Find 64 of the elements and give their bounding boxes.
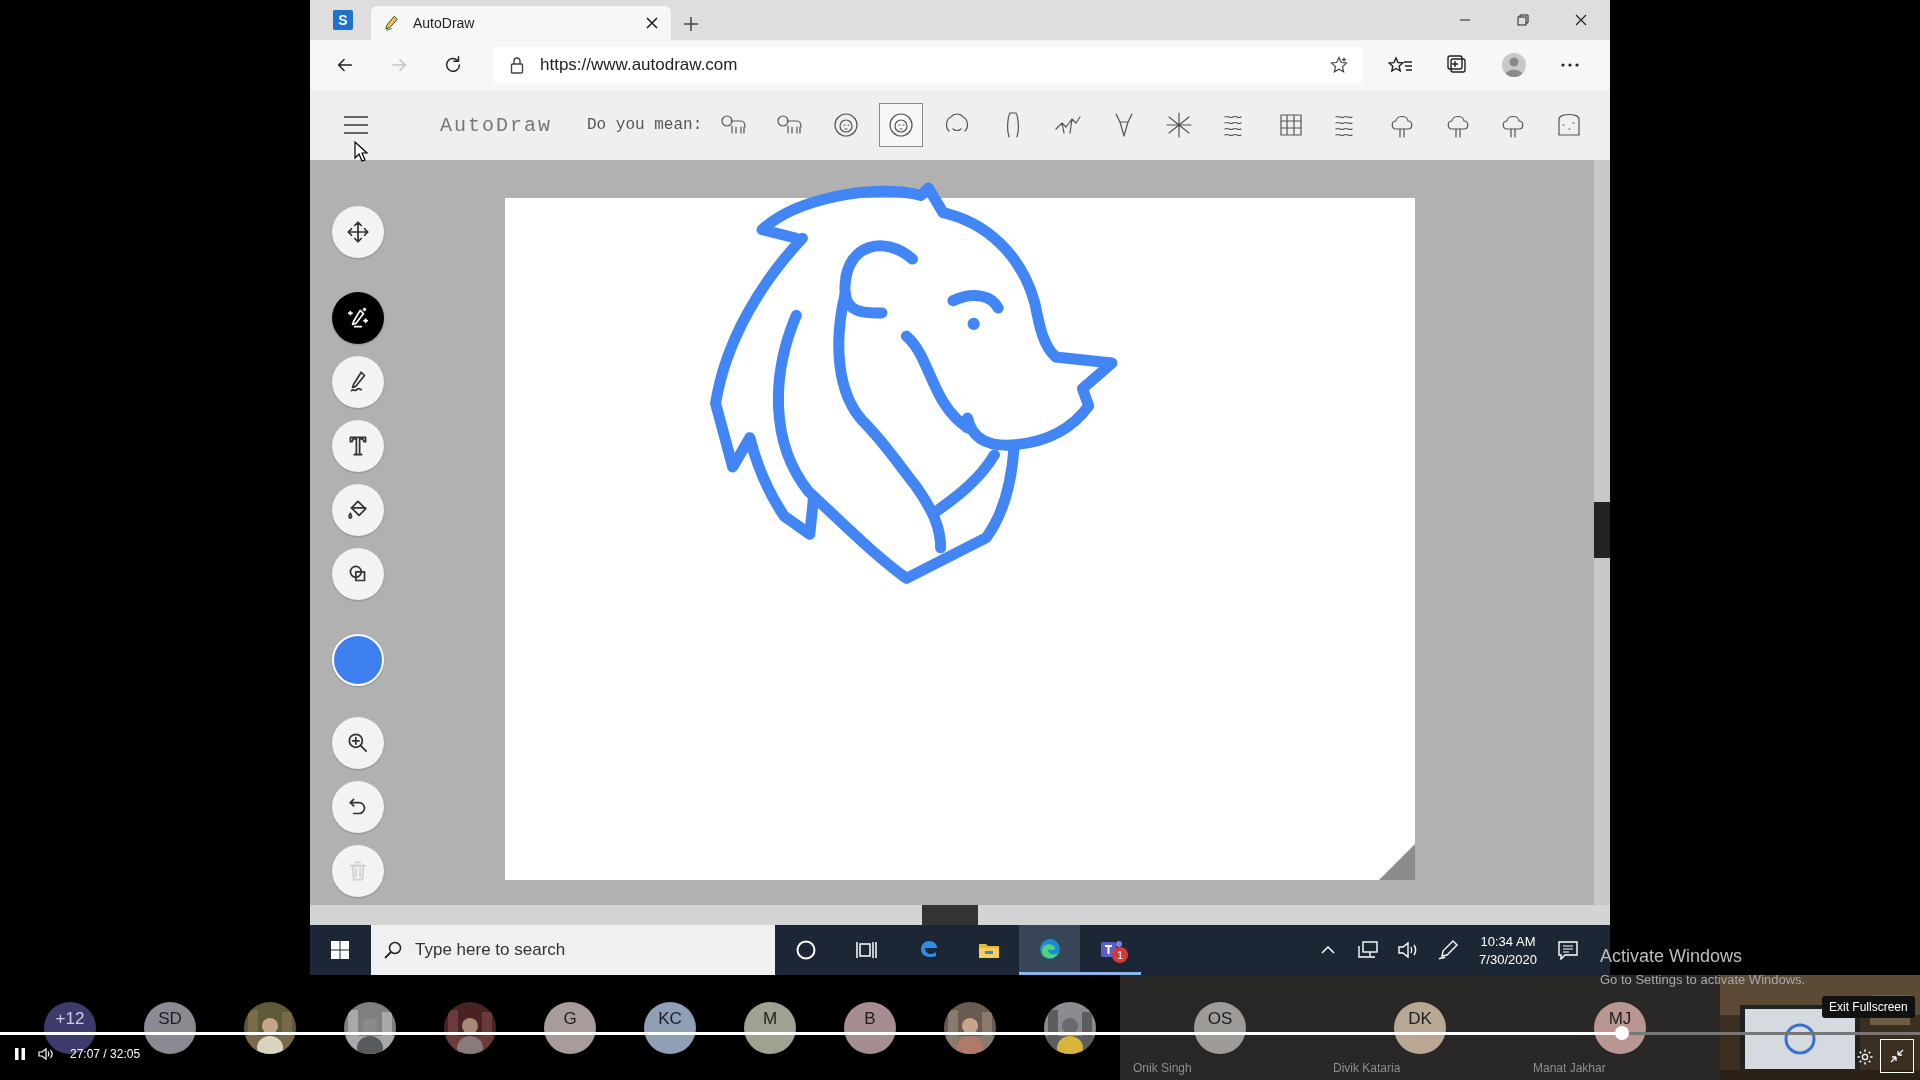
speaker-icon — [1397, 940, 1419, 960]
address-bar[interactable]: https://www.autodraw.com — [493, 47, 1363, 83]
suggestion-prompt: Do you mean: — [587, 116, 703, 134]
taskbar-app-button[interactable] — [1019, 925, 1080, 975]
close-icon[interactable] — [645, 16, 659, 30]
settings-icon — [1856, 1048, 1874, 1066]
pinned-tab[interactable]: S — [333, 10, 353, 30]
pencil-icon — [383, 14, 401, 32]
new-tab-icon[interactable] — [683, 16, 699, 32]
tool-button[interactable] — [332, 206, 384, 258]
participant-avatar[interactable]: B — [844, 1002, 896, 1054]
speaker-icon — [38, 1047, 54, 1061]
horizontal-scrollbar[interactable] — [310, 905, 1610, 925]
vertical-scrollbar[interactable] — [1594, 160, 1610, 905]
windows-logo-icon — [331, 941, 349, 959]
tool-button[interactable] — [332, 420, 384, 472]
browser-tab[interactable]: AutoDraw — [371, 6, 671, 40]
participant-avatar[interactable]: MJ — [1594, 1002, 1646, 1054]
participant-avatar[interactable]: KC — [644, 1002, 696, 1054]
magic-pencil-icon — [345, 305, 371, 331]
activation-title: Activate Windows — [1600, 946, 1744, 967]
menu-icon — [343, 114, 369, 136]
pen-icon — [1437, 939, 1459, 961]
tool-button[interactable] — [332, 484, 384, 536]
task-view-icon — [855, 939, 878, 961]
suggestion-button[interactable] — [879, 103, 924, 147]
progress-bar[interactable] — [0, 1032, 1920, 1035]
circle-icon — [794, 939, 817, 961]
clock-time: 10:34 AM — [1480, 933, 1536, 949]
search-icon — [383, 940, 403, 960]
tool-button[interactable] — [332, 356, 384, 408]
cursor-icon — [354, 141, 368, 162]
settings-button[interactable] — [1856, 1048, 1874, 1066]
unread-count: 1 — [1112, 947, 1128, 963]
participant-name: Divik Kataria — [1333, 1061, 1402, 1075]
participant-avatar[interactable]: SD — [144, 1002, 196, 1054]
lock-icon — [510, 56, 524, 74]
clock[interactable]: 10:34 AM 7/30/2020 — [1468, 925, 1548, 975]
tool-button[interactable] — [332, 717, 384, 769]
tool-button[interactable] — [332, 292, 384, 344]
notification-icon — [1557, 940, 1579, 960]
pause-button[interactable] — [14, 1047, 26, 1061]
pause-icon — [14, 1047, 26, 1061]
search-field[interactable]: Type here to search — [371, 925, 775, 975]
network-icon — [1357, 940, 1379, 960]
participant-avatar[interactable]: G — [544, 1002, 596, 1054]
collapse-icon — [1889, 1048, 1905, 1064]
tooltip: Exit Fullscreen — [1822, 996, 1915, 1018]
chevron-up-icon — [1321, 945, 1335, 955]
tool-button[interactable] — [332, 548, 384, 600]
color-swatch[interactable] — [332, 634, 384, 686]
app-logo: AutoDraw — [440, 113, 552, 137]
resize-handle[interactable] — [1379, 844, 1415, 880]
star-icon[interactable] — [1329, 55, 1349, 75]
participant-avatar[interactable]: M — [744, 1002, 796, 1054]
participant-avatar[interactable]: DK — [1394, 1002, 1446, 1054]
clock-date: 7/30/2020 — [1479, 951, 1537, 967]
activation-hint: Go to Settings to activate Windows. — [1600, 972, 1806, 987]
volume-button[interactable] — [38, 1047, 54, 1061]
participant-name: Manat Jakhar — [1533, 1061, 1607, 1075]
participant-avatar[interactable]: OS — [1194, 1002, 1246, 1054]
move-icon — [345, 219, 371, 245]
exit-fullscreen-button[interactable] — [1880, 1039, 1914, 1073]
participant-name: Onik Singh — [1133, 1061, 1193, 1075]
